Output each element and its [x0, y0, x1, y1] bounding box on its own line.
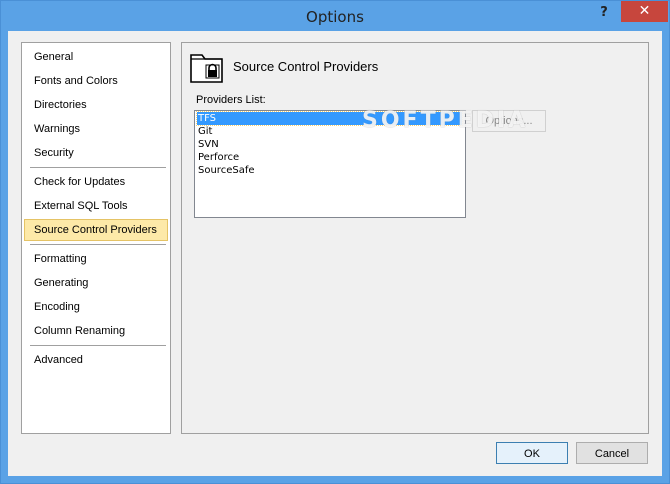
providers-listbox[interactable]: TFS Git SVN Perforce SourceSafe: [194, 110, 466, 218]
nav-item-fonts-and-colors[interactable]: Fonts and Colors: [24, 70, 168, 92]
nav-item-warnings[interactable]: Warnings: [24, 118, 168, 140]
provider-options-button[interactable]: Options...: [472, 110, 546, 132]
cancel-button[interactable]: Cancel: [576, 442, 648, 464]
nav-item-general[interactable]: General: [24, 46, 168, 68]
nav-item-source-control-providers[interactable]: Source Control Providers: [24, 219, 168, 241]
page-title: Source Control Providers: [233, 59, 379, 74]
nav-item-formatting[interactable]: Formatting: [24, 248, 168, 270]
nav-item-security[interactable]: Security: [24, 142, 168, 164]
provider-item-tfs[interactable]: TFS: [196, 111, 463, 126]
provider-item-git[interactable]: Git: [197, 125, 462, 138]
nav-item-external-sql-tools[interactable]: External SQL Tools: [24, 195, 168, 217]
provider-item-perforce[interactable]: Perforce: [197, 151, 462, 164]
nav-item-directories[interactable]: Directories: [24, 94, 168, 116]
provider-item-svn[interactable]: SVN: [197, 138, 462, 151]
window-title: Options: [306, 8, 364, 26]
provider-item-sourcesafe[interactable]: SourceSafe: [197, 164, 462, 177]
dialog-body: General Fonts and Colors Directories War…: [8, 31, 662, 476]
help-button[interactable]: ?: [597, 5, 611, 21]
nav-item-encoding[interactable]: Encoding: [24, 296, 168, 318]
title-bar[interactable]: Options ? ✕: [1, 1, 669, 31]
providers-list-label: Providers List:: [196, 94, 266, 106]
options-dialog: Options ? ✕ General Fonts and Colors Dir…: [0, 0, 670, 484]
folder-lock-icon: [190, 54, 223, 83]
settings-page: Source Control Providers Providers List:…: [181, 42, 649, 434]
nav-item-check-for-updates[interactable]: Check for Updates: [24, 171, 168, 193]
nav-separator: [30, 244, 166, 245]
close-button[interactable]: ✕: [621, 1, 668, 22]
category-list: General Fonts and Colors Directories War…: [21, 42, 171, 434]
nav-item-advanced[interactable]: Advanced: [24, 349, 168, 371]
nav-item-column-renaming[interactable]: Column Renaming: [24, 320, 168, 342]
ok-button[interactable]: OK: [496, 442, 568, 464]
nav-separator: [30, 345, 166, 346]
nav-item-generating[interactable]: Generating: [24, 272, 168, 294]
nav-separator: [30, 167, 166, 168]
